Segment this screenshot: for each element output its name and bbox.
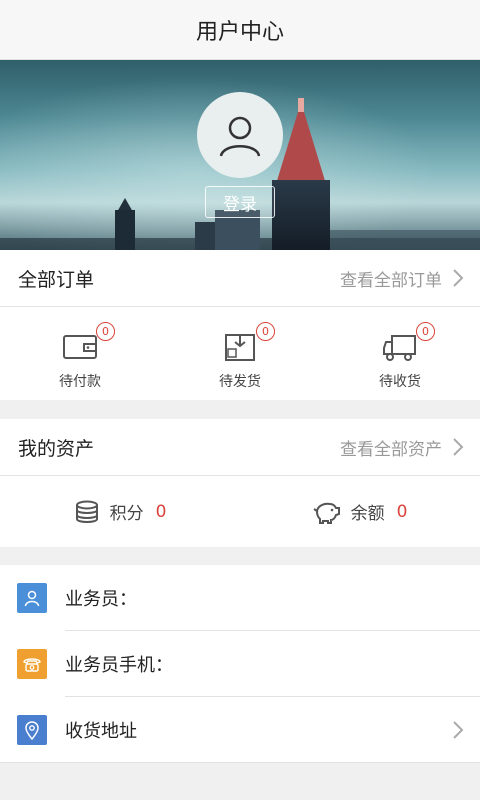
list-item-salesperson-phone[interactable]: 业务员手机：: [0, 631, 480, 697]
assets-section: 我的资产 查看全部资产 积分 0 余额 0: [0, 419, 480, 547]
order-label: 待付款: [59, 374, 101, 390]
phone-icon: [17, 649, 47, 679]
list-item-shipping-address[interactable]: 收货地址: [0, 697, 480, 763]
orders-header[interactable]: 全部订单 查看全部订单: [0, 250, 480, 307]
view-all-orders-label: 查看全部订单: [340, 270, 442, 291]
tower-main: [272, 180, 330, 250]
login-button[interactable]: 登录: [205, 186, 275, 218]
order-pending-shipment[interactable]: 0 待发货: [160, 307, 320, 400]
assets-header[interactable]: 我的资产 查看全部资产: [0, 419, 480, 476]
person-icon: [17, 583, 47, 613]
tower-spire-main: [276, 102, 326, 184]
info-list: 业务员： 业务员手机： 收货地址: [0, 565, 480, 763]
truck-icon: [383, 335, 416, 361]
shipping-address-label: 收货地址: [65, 721, 137, 742]
list-item-salesperson[interactable]: 业务员：: [0, 565, 480, 631]
orders-section: 全部订单 查看全部订单 0 待付款 0 待发货 0 待收货: [0, 250, 480, 400]
coins-icon: [75, 500, 98, 523]
top-bar: 用户中心: [0, 0, 480, 60]
orders-title: 全部订单: [18, 268, 95, 291]
assets-row: 积分 0 余额 0: [0, 476, 480, 547]
salesperson-phone-label: 业务员手机：: [65, 655, 173, 676]
tower-left: [115, 210, 135, 250]
balance-label: 余额: [350, 504, 385, 524]
order-label: 待收货: [379, 374, 421, 390]
user-avatar-icon: [219, 116, 261, 157]
order-status-row: 0 待付款 0 待发货 0 待收货: [0, 307, 480, 400]
view-all-orders-link[interactable]: 查看全部订单: [340, 266, 464, 291]
assets-title: 我的资产: [18, 437, 95, 460]
view-all-assets-label: 查看全部资产: [340, 439, 442, 460]
order-count-badge: 0: [416, 322, 435, 341]
points-item[interactable]: 积分 0: [0, 499, 240, 524]
order-count-badge: 0: [96, 322, 115, 341]
package-icon: [225, 334, 255, 361]
points-label: 积分: [109, 504, 144, 524]
balance-item[interactable]: 余额 0: [240, 499, 480, 524]
chevron-right-icon: [453, 269, 464, 287]
tower-spire-cap: [298, 98, 304, 112]
location-pin-icon: [17, 715, 47, 745]
order-label: 待发货: [219, 374, 261, 390]
order-pending-receipt[interactable]: 0 待收货: [320, 307, 480, 400]
points-value: 0: [155, 501, 167, 522]
chevron-right-icon: [453, 721, 464, 739]
avatar[interactable]: [197, 92, 283, 178]
skyline-right: [330, 230, 480, 250]
tower-mid-small: [195, 222, 215, 250]
order-pending-payment[interactable]: 0 待付款: [0, 307, 160, 400]
wallet-icon: [63, 335, 97, 359]
balance-value: 0: [396, 501, 408, 522]
order-count-badge: 0: [256, 322, 275, 341]
chevron-right-icon: [453, 438, 464, 456]
piggy-bank-icon: [313, 502, 340, 524]
salesperson-label: 业务员：: [65, 589, 137, 610]
page-title: 用户中心: [195, 19, 284, 45]
view-all-assets-link[interactable]: 查看全部资产: [340, 435, 464, 460]
